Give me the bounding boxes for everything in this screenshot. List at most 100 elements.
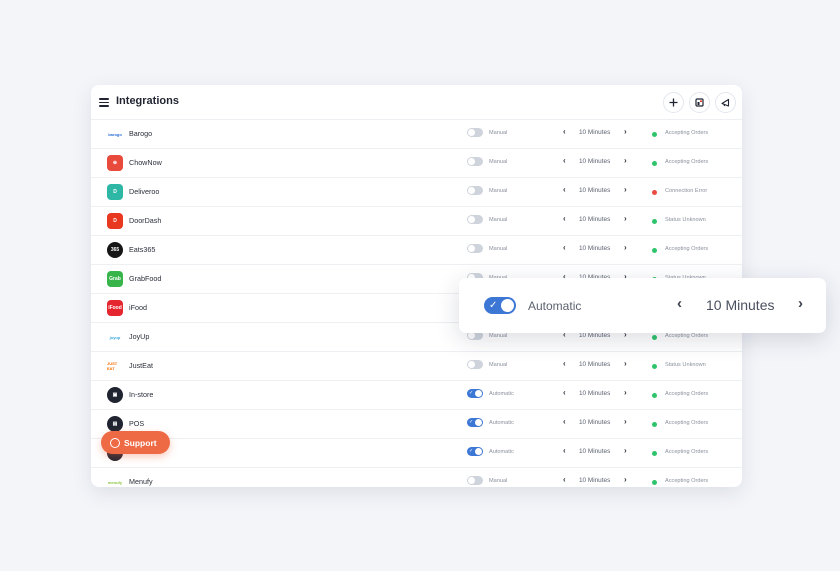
add-integration-button[interactable]	[663, 92, 684, 113]
integration-row: ✓ Automatic ‹ 10 Minutes › Accepting Ord…	[91, 438, 742, 467]
prep-time-value: 10 Minutes	[579, 390, 611, 397]
hamburger-menu-icon[interactable]	[99, 98, 109, 107]
chat-bubble-icon	[110, 437, 120, 448]
check-icon: ✓	[489, 300, 498, 311]
increase-time-chevron-right-icon[interactable]: ›	[624, 243, 627, 252]
status-label: Accepting Orders	[665, 420, 709, 426]
integration-logo: ⊕	[107, 155, 123, 171]
increase-time-chevron-right-icon[interactable]: ›	[624, 127, 627, 136]
prep-time-value: 10 Minutes	[579, 216, 611, 223]
increase-time-chevron-right-icon[interactable]: ›	[624, 359, 627, 368]
increase-time-chevron-right-icon[interactable]: ›	[624, 388, 627, 397]
support-label: Support	[124, 437, 157, 448]
integration-logo: 365	[107, 242, 123, 258]
status-dot	[652, 480, 657, 485]
integration-row: 365 Eats365 Manual ‹ 10 Minutes › Accept…	[91, 235, 742, 264]
decrease-time-chevron-left-icon[interactable]: ‹	[563, 185, 566, 194]
status-label: Accepting Orders	[665, 391, 709, 397]
toggle-knob	[468, 216, 475, 223]
automatic-toggle[interactable]	[467, 186, 483, 195]
decrease-time-chevron-left-icon[interactable]: ‹	[563, 214, 566, 223]
integration-row: ▤ POS ✓ Automatic ‹ 10 Minutes › Accepti…	[91, 409, 742, 438]
increase-time-chevron-right-icon[interactable]: ›	[798, 295, 803, 312]
toggle-knob	[468, 245, 475, 252]
automatic-toggle[interactable]	[467, 360, 483, 369]
increase-time-chevron-right-icon[interactable]: ›	[624, 156, 627, 165]
increase-time-chevron-right-icon[interactable]: ›	[624, 214, 627, 223]
integration-logo: ▤	[107, 416, 123, 432]
mode-label: Automatic	[528, 299, 582, 313]
status-label: Status Unknown	[665, 217, 706, 223]
automatic-toggle[interactable]	[467, 476, 483, 485]
prep-time-value: 10 Minutes	[579, 129, 611, 136]
increase-time-chevron-right-icon[interactable]: ›	[624, 185, 627, 194]
automatic-toggle[interactable]: ✓	[484, 297, 516, 314]
automatic-toggle[interactable]	[467, 157, 483, 166]
decrease-time-chevron-left-icon[interactable]: ‹	[563, 243, 566, 252]
support-button[interactable]: Support	[101, 431, 170, 454]
increase-time-chevron-right-icon[interactable]: ›	[624, 446, 627, 455]
decrease-time-chevron-left-icon[interactable]: ‹	[563, 475, 566, 484]
integration-name: Eats365	[129, 245, 156, 254]
check-icon: ✓	[469, 448, 474, 454]
integration-row: barogo Barogo Manual ‹ 10 Minutes › Acce…	[91, 119, 742, 148]
check-icon: ✓	[469, 390, 474, 396]
decrease-time-chevron-left-icon[interactable]: ‹	[677, 295, 682, 312]
prep-time-value: 10 Minutes	[579, 332, 611, 339]
prep-time-value: 10 Minutes	[579, 419, 611, 426]
status-label: Accepting Orders	[665, 478, 709, 484]
status-dot	[652, 451, 657, 456]
prep-time-value: 10 Minutes	[579, 477, 611, 484]
toggle-knob	[468, 158, 475, 165]
integration-logo: joyup	[107, 329, 123, 345]
integration-logo: barogo	[107, 126, 123, 142]
prep-time-value: 10 Minutes	[579, 245, 611, 252]
integration-logo: D	[107, 213, 123, 229]
mode-label: Manual	[489, 188, 508, 194]
status-dot	[652, 364, 657, 369]
integration-name: Deliveroo	[129, 187, 160, 196]
prep-time-value: 10 Minutes	[579, 158, 611, 165]
increase-time-chevron-right-icon[interactable]: ›	[624, 475, 627, 484]
toggle-knob	[468, 187, 475, 194]
increase-time-chevron-right-icon[interactable]: ›	[624, 417, 627, 426]
integration-row: D Deliveroo Manual ‹ 10 Minutes › Connec…	[91, 177, 742, 206]
integration-name: ChowNow	[129, 158, 162, 167]
decrease-time-chevron-left-icon[interactable]: ‹	[563, 127, 566, 136]
automatic-toggle[interactable]	[467, 215, 483, 224]
status-dot	[652, 132, 657, 137]
decrease-time-chevron-left-icon[interactable]: ‹	[563, 417, 566, 426]
mode-label: Manual	[489, 333, 508, 339]
integration-name: JoyUp	[129, 332, 150, 341]
automatic-toggle[interactable]	[467, 244, 483, 253]
integration-logo: JUST EAT	[107, 358, 123, 374]
integration-name: iFood	[129, 303, 147, 312]
toggle-knob	[468, 477, 475, 484]
integration-name: In-store	[129, 390, 154, 399]
prep-time-value: 10 Minutes	[579, 187, 611, 194]
automatic-toggle[interactable]: ✓	[467, 389, 483, 398]
decrease-time-chevron-left-icon[interactable]: ‹	[563, 359, 566, 368]
integration-name: DoorDash	[129, 216, 162, 225]
store-icon	[695, 98, 704, 107]
toggle-knob	[501, 299, 514, 312]
integration-name: POS	[129, 419, 145, 428]
store-button[interactable]	[689, 92, 710, 113]
status-label: Connection Error	[665, 188, 708, 194]
decrease-time-chevron-left-icon[interactable]: ‹	[563, 156, 566, 165]
automatic-toggle[interactable]: ✓	[467, 447, 483, 456]
toggle-knob	[468, 361, 475, 368]
decrease-time-chevron-left-icon[interactable]: ‹	[563, 388, 566, 397]
status-label: Accepting Orders	[665, 130, 709, 136]
decrease-time-chevron-left-icon[interactable]: ‹	[563, 446, 566, 455]
automatic-toggle[interactable]	[467, 128, 483, 137]
card-header: Integrations	[91, 85, 742, 119]
toggle-knob	[468, 332, 475, 339]
status-label: Accepting Orders	[665, 159, 709, 165]
announce-button[interactable]	[715, 92, 736, 113]
automatic-toggle[interactable]: ✓	[467, 418, 483, 427]
integration-logo: iFood	[107, 300, 123, 316]
check-icon: ✓	[469, 419, 474, 425]
status-label: Accepting Orders	[665, 246, 709, 252]
status-label: Status Unknown	[665, 362, 706, 368]
